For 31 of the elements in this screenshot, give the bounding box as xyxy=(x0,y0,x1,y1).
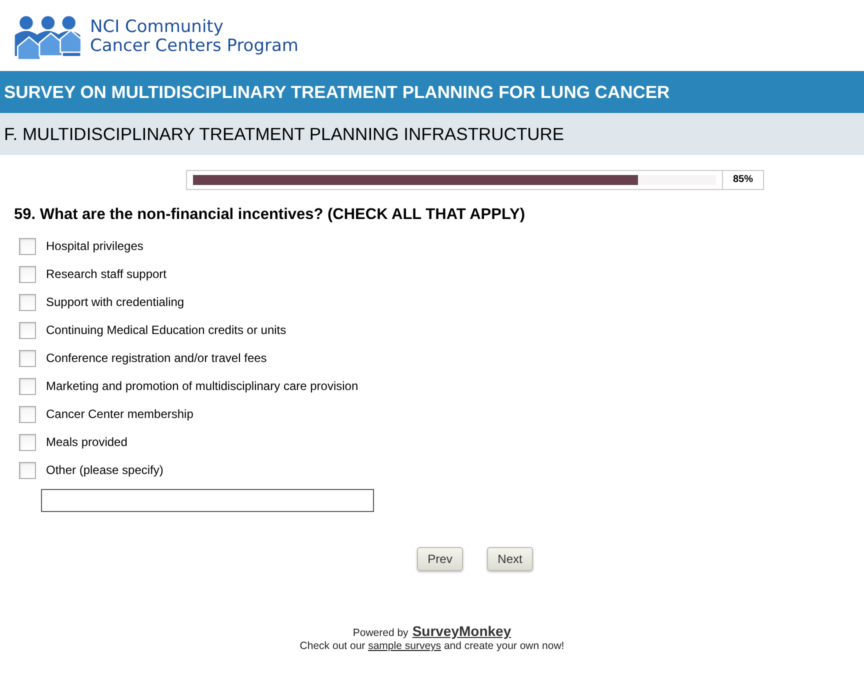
question-text: 59. What are the non-financial incentives? (CHECK ALL THAT APPLY) xyxy=(14,206,526,224)
checkbox[interactable] xyxy=(19,322,36,338)
option-label: Continuing Medical Education credits or units xyxy=(46,323,286,337)
progress-percent: 85% xyxy=(722,171,763,189)
option-label: Marketing and promotion of multidisciplinary care provision xyxy=(46,379,358,393)
other-input-field[interactable] xyxy=(41,489,374,512)
checkbox[interactable] xyxy=(19,294,36,310)
prev-button[interactable]: Prev xyxy=(417,547,463,571)
checkbox[interactable] xyxy=(19,350,36,366)
next-button[interactable]: Next xyxy=(487,547,533,571)
option-label: Other (please specify) xyxy=(46,463,164,477)
checkbox[interactable] xyxy=(19,266,36,282)
option-label: Conference registration and/or travel fees xyxy=(46,351,267,365)
checkbox[interactable] xyxy=(19,378,36,394)
checkbox[interactable] xyxy=(19,238,36,254)
powered-by-text: Powered by xyxy=(352,627,408,639)
checkbox[interactable] xyxy=(19,462,36,478)
sample-surveys-link[interactable]: sample surveys xyxy=(368,640,442,652)
logo-text: Cancer Centers Program xyxy=(90,36,298,56)
option-label: Cancer Center membership xyxy=(46,407,194,421)
logo-text: NCI Community xyxy=(90,18,224,36)
option-label: Meals provided xyxy=(46,435,128,449)
checkbox[interactable] xyxy=(19,406,36,422)
section-title: F. MULTIDISCIPLINARY TREATMENT PLANNING INFRASTRUCTURE xyxy=(0,113,864,155)
option-label: Hospital privileges xyxy=(46,239,144,253)
survey-title: SURVEY ON MULTIDISCIPLINARY TREATMENT PLANNING FOR LUNG CANCER xyxy=(0,71,864,113)
option-label: Support with credentialing xyxy=(46,295,184,309)
checkbox[interactable] xyxy=(19,434,36,450)
footer-text: Check out our sample surveys and create your own now! xyxy=(300,640,564,652)
option-label: Research staff support xyxy=(46,267,167,281)
brand-link[interactable]: SurveyMonkey xyxy=(412,623,512,639)
